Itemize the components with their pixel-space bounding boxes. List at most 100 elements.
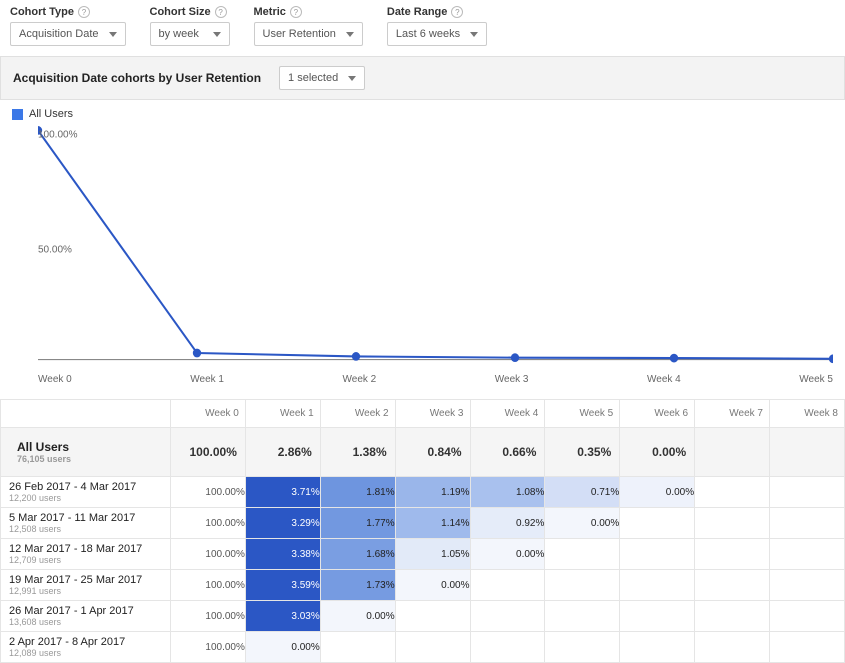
cohort-cell: [770, 477, 845, 508]
row-label: 5 Mar 2017 - 11 Mar 2017: [9, 512, 162, 524]
chart-xtick: Week 1: [190, 374, 224, 385]
help-icon[interactable]: ?: [451, 6, 463, 18]
chart-svg: [38, 120, 833, 370]
cohort-cell: [620, 570, 695, 601]
cohort-cell: 0.00%: [470, 539, 545, 570]
metric-label: Metric: [254, 6, 286, 18]
cohort-cell: 100.00%: [171, 508, 246, 539]
summary-cell: 0.00%: [620, 428, 695, 477]
cohort-cell: [695, 477, 770, 508]
summary-cell: [770, 428, 845, 477]
date-range-value: Last 6 weeks: [396, 28, 460, 40]
cohort-cell: [770, 539, 845, 570]
row-label: 12 Mar 2017 - 18 Mar 2017: [9, 543, 162, 555]
row-label: 26 Feb 2017 - 4 Mar 2017: [9, 481, 162, 493]
summary-cell: 0.84%: [395, 428, 470, 477]
cohort-cell: 100.00%: [171, 601, 246, 632]
chevron-down-icon: [470, 32, 478, 37]
column-header: Week 1: [245, 400, 320, 428]
date-range-dropdown[interactable]: Last 6 weeks: [387, 22, 487, 46]
chart-header: Acquisition Date cohorts by User Retenti…: [0, 56, 845, 100]
cohort-cell: [320, 632, 395, 663]
cohort-cell: [695, 632, 770, 663]
cohort-cell: [470, 601, 545, 632]
row-sublabel: 13,608 users: [9, 617, 162, 627]
cohort-table-header: Week 0Week 1Week 2Week 3Week 4Week 5Week…: [1, 400, 845, 428]
chart-point[interactable]: [829, 354, 833, 363]
cohort-cell: [770, 570, 845, 601]
cohort-cell: [695, 601, 770, 632]
cohort-table-body: All Users76,105 users100.00%2.86%1.38%0.…: [1, 428, 845, 663]
cohort-row-label: 2 Apr 2017 - 8 Apr 201712,089 users: [1, 632, 171, 663]
chevron-down-icon: [348, 76, 356, 81]
cohort-cell: 1.68%: [320, 539, 395, 570]
cohort-cell: 1.81%: [320, 477, 395, 508]
help-icon[interactable]: ?: [290, 6, 302, 18]
cohort-cell: [695, 570, 770, 601]
retention-line-chart: 100.00% 50.00%: [0, 120, 845, 370]
summary-cell: 0.66%: [470, 428, 545, 477]
row-sublabel: 12,089 users: [9, 648, 162, 658]
row-sublabel: 12,200 users: [9, 493, 162, 503]
cohort-cell: 0.00%: [545, 508, 620, 539]
cohort-cell: [545, 632, 620, 663]
cohort-cell: 3.03%: [245, 601, 320, 632]
chevron-down-icon: [109, 32, 117, 37]
cohort-type-dropdown[interactable]: Acquisition Date: [10, 22, 126, 46]
chart-point[interactable]: [193, 349, 201, 358]
chart-point[interactable]: [352, 352, 360, 361]
cohort-cell: [770, 632, 845, 663]
cohort-cell: [620, 632, 695, 663]
chart-xtick: Week 5: [799, 374, 833, 385]
summary-cell: [695, 428, 770, 477]
metric-dropdown[interactable]: User Retention: [254, 22, 363, 46]
cohort-cell: 100.00%: [171, 632, 246, 663]
cohort-cell: 0.00%: [395, 570, 470, 601]
cohort-size-value: by week: [159, 28, 199, 40]
cohort-size-label: Cohort Size: [150, 6, 211, 18]
cohort-row-label: 19 Mar 2017 - 25 Mar 201712,991 users: [1, 570, 171, 601]
cohort-cell: [620, 601, 695, 632]
chart-xtick: Week 0: [38, 374, 72, 385]
chart-xtick: Week 4: [647, 374, 681, 385]
cohort-row-label: 5 Mar 2017 - 11 Mar 201712,508 users: [1, 508, 171, 539]
summary-cell: 2.86%: [245, 428, 320, 477]
column-header: Week 7: [695, 400, 770, 428]
cohort-cell: 1.73%: [320, 570, 395, 601]
series-selector-value: 1 selected: [288, 72, 338, 84]
cohort-cell: 1.05%: [395, 539, 470, 570]
cohort-row-label: 26 Feb 2017 - 4 Mar 201712,200 users: [1, 477, 171, 508]
chart-point[interactable]: [511, 353, 519, 362]
cohort-cell: [770, 508, 845, 539]
cohort-cell: 1.77%: [320, 508, 395, 539]
column-header: [1, 400, 171, 428]
date-range-label: Date Range: [387, 6, 448, 18]
chevron-down-icon: [346, 32, 354, 37]
cohort-cell: 1.19%: [395, 477, 470, 508]
row-sublabel: 12,508 users: [9, 524, 162, 534]
cohort-cell: 100.00%: [171, 539, 246, 570]
cohort-cell: 100.00%: [171, 570, 246, 601]
cohort-cell: 0.00%: [620, 477, 695, 508]
summary-sublabel: 76,105 users: [17, 454, 154, 464]
cohort-type-label: Cohort Type: [10, 6, 74, 18]
cohort-cell: [470, 570, 545, 601]
cohort-cell: 3.29%: [245, 508, 320, 539]
metric-control: Metric ? User Retention: [254, 6, 363, 46]
cohort-cell: [545, 601, 620, 632]
cohort-table: Week 0Week 1Week 2Week 3Week 4Week 5Week…: [0, 399, 845, 663]
series-selector-dropdown[interactable]: 1 selected: [279, 66, 365, 90]
help-icon[interactable]: ?: [78, 6, 90, 18]
cohort-cell: 1.14%: [395, 508, 470, 539]
chart-title: Acquisition Date cohorts by User Retenti…: [13, 71, 261, 85]
cohort-row-label: 12 Mar 2017 - 18 Mar 201712,709 users: [1, 539, 171, 570]
column-header: Week 4: [470, 400, 545, 428]
cohort-size-dropdown[interactable]: by week: [150, 22, 230, 46]
row-sublabel: 12,709 users: [9, 555, 162, 565]
help-icon[interactable]: ?: [215, 6, 227, 18]
legend-label: All Users: [29, 108, 73, 120]
chart-points: [38, 126, 833, 363]
row-sublabel: 12,991 users: [9, 586, 162, 596]
chart-point[interactable]: [670, 354, 678, 363]
chart-ytick: 50.00%: [38, 245, 72, 256]
